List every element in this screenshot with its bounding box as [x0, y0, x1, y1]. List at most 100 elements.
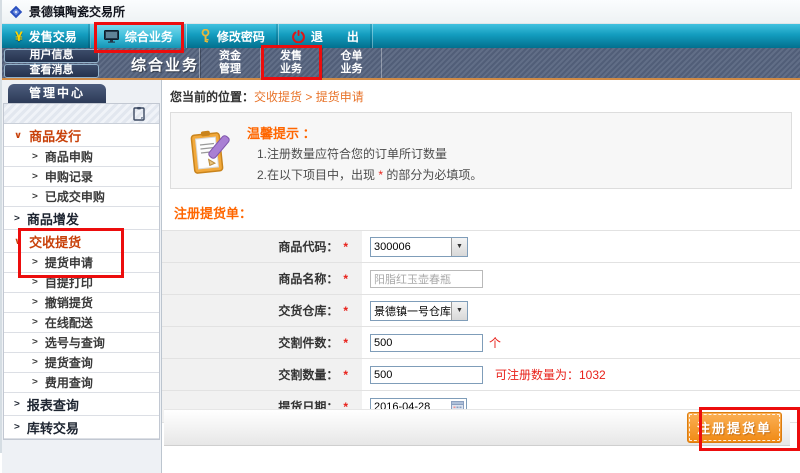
toolbar-button-label: 修改密码 [217, 28, 265, 45]
field-cell: 300006 ▼ [362, 231, 800, 262]
field-label: 商品名称： * [162, 263, 362, 294]
sidebar-item-delivery[interactable]: ∨ 交收提货 [4, 230, 159, 253]
chevron-right-icon: > [32, 278, 38, 288]
sidebar-item-label: 报表查询 [27, 395, 79, 414]
toolbar-button-sale-trade[interactable]: ¥ 发售交易 [2, 24, 91, 48]
power-icon [292, 30, 305, 43]
sidebar-item-product-issue[interactable]: ∨ 商品发行 [4, 124, 159, 147]
notice-line-2-text: 2.在以下项目中，出现 [257, 168, 378, 182]
chevron-right-icon: > [32, 358, 38, 368]
chevron-down-icon[interactable]: ▼ [451, 302, 467, 320]
notice-box: 温馨提示 ： 1.注册数量应符合您的订单所订数量 2.在以下项目中，出现 * 的… [170, 112, 792, 189]
chevron-right-icon: > [32, 258, 38, 268]
required-asterisk: * [343, 240, 348, 254]
sidebar-item-delivery-apply[interactable]: > 提货申请 [4, 253, 159, 273]
delivery-pieces-input[interactable] [370, 334, 483, 352]
user-mini-tabs: 用户信息 查看消息 [4, 49, 99, 79]
notice-line-2: 2.在以下项目中，出现 * 的部分为必填项。 [257, 166, 482, 183]
sidebar-item-deal-done-subscribe[interactable]: > 已成交申购 [4, 187, 159, 207]
sidebar-item-number-select-query[interactable]: > 选号与查询 [4, 333, 159, 353]
field-cell [362, 263, 800, 294]
chevron-down-icon: ∨ [14, 130, 22, 140]
field-label-text: 交割数量： [278, 366, 338, 383]
form-footer-bar: 注册提货单 [164, 409, 790, 446]
form-row-delivery-pieces: 交割件数： * 个 [162, 327, 800, 359]
sidebar-item-fee-query[interactable]: > 费用查询 [4, 373, 159, 393]
registrable-quantity-hint: 可注册数量为：1032 [495, 366, 606, 383]
sidebar-item-label: 撤销提货 [45, 294, 93, 311]
field-cell: 可注册数量为：1032 [362, 359, 800, 390]
required-asterisk: * [343, 368, 348, 382]
key-icon [200, 29, 211, 43]
view-messages-tab[interactable]: 查看消息 [4, 64, 99, 78]
toolbar-button-comprehensive-business[interactable]: 综合业务 [91, 24, 187, 48]
main-content: 您当前的位置：交收提货 > 提货申请 温馨提示 ： 1.注册数量应符合您的订单所… [162, 80, 800, 473]
chevron-right-icon: > [32, 378, 38, 388]
sidebar-item-label: 选号与查询 [45, 334, 105, 351]
field-label-text: 商品名称： [278, 270, 338, 287]
sidebar-item-label: 提货申请 [45, 254, 93, 271]
sidebar-item-cancel-delivery[interactable]: > 撤销提货 [4, 293, 159, 313]
sidebar-item-label: 已成交申购 [45, 188, 105, 205]
sidebar-item-warehouse-transfer-trade[interactable]: > 库转交易 [4, 416, 159, 439]
required-asterisk: * [343, 272, 348, 286]
breadcrumb-link-delivery[interactable]: 交收提货 [254, 90, 302, 104]
subnav-item-line2: 管理 [219, 63, 241, 76]
clipboard-icon [133, 107, 145, 121]
form-row-product-name: 商品名称： * [162, 263, 800, 295]
sidebar-item-report-query[interactable]: > 报表查询 [4, 393, 159, 416]
sidebar-item-online-distribution[interactable]: > 在线配送 [4, 313, 159, 333]
window-title: 景德镇陶瓷交易所 [29, 3, 125, 20]
breadcrumb: 您当前的位置：交收提货 > 提货申请 [162, 80, 800, 105]
register-delivery-order-button[interactable]: 注册提货单 [687, 412, 782, 443]
sidebar-item-label: 申购记录 [45, 168, 93, 185]
field-label: 商品代码： * [162, 231, 362, 262]
form-row-product-code: 商品代码： * 300006 ▼ [162, 231, 800, 263]
toolbar-button-logout[interactable]: 退 出 [279, 24, 373, 48]
sidebar-menu: ∨ 商品发行 > 商品申购 > 申购记录 > 已成交申购 > 商品增发 [3, 103, 160, 440]
field-cell: 个 [362, 327, 800, 358]
chevron-right-icon: > [32, 338, 38, 348]
chevron-right-icon: > [14, 399, 20, 409]
sidebar-item-label: 商品增发 [27, 209, 79, 228]
sidebar-item-subscribe-record[interactable]: > 申购记录 [4, 167, 159, 187]
sidebar-item-self-pickup-print[interactable]: > 自提打印 [4, 273, 159, 293]
sidebar-item-label: 提货查询 [45, 354, 93, 371]
pieces-unit-label: 个 [489, 334, 501, 351]
breadcrumb-link-delivery-apply[interactable]: 提货申请 [316, 90, 364, 104]
required-asterisk: * [343, 336, 348, 350]
toolbar-button-change-password[interactable]: 修改密码 [187, 24, 279, 48]
field-cell: 景德镇一号仓库 ▼ [362, 295, 800, 326]
subnav-item-sale-business[interactable]: 发售 业务 [260, 48, 321, 78]
chevron-right-icon: > [14, 422, 20, 432]
sidebar-item-label: 在线配送 [45, 314, 93, 331]
delivery-quantity-input[interactable] [370, 366, 483, 384]
required-asterisk: * [343, 304, 348, 318]
field-label: 交割件数： * [162, 327, 362, 358]
sidebar-item-product-subscribe[interactable]: > 商品申购 [4, 147, 159, 167]
management-center-tab[interactable]: 管理中心 [8, 84, 106, 103]
user-info-tab[interactable]: 用户信息 [4, 49, 99, 63]
yen-icon: ¥ [15, 28, 23, 44]
subnav-item-warehouse-receipt[interactable]: 仓单 业务 [321, 48, 382, 78]
chevron-right-icon: > [14, 213, 20, 223]
form-title: 注册提货单： [174, 203, 800, 222]
window-titlebar: 景德镇陶瓷交易所 [2, 0, 800, 24]
sidebar-item-label: 费用查询 [45, 374, 93, 391]
chevron-down-icon[interactable]: ▼ [451, 238, 467, 256]
subnav-item-funds-management[interactable]: 资金 管理 [199, 48, 260, 78]
sidebar-item-delivery-query[interactable]: > 提货查询 [4, 353, 159, 373]
toolbar-button-label: 退 出 [311, 28, 359, 45]
sidebar-item-label: 库转交易 [27, 418, 79, 437]
notice-title: 温馨提示 ： [247, 123, 316, 142]
toolbar-button-label: 综合业务 [125, 28, 173, 45]
product-code-select[interactable]: 300006 ▼ [370, 237, 468, 257]
subnav-item-line1: 发售 [280, 50, 302, 63]
warehouse-select[interactable]: 景德镇一号仓库 ▼ [370, 301, 468, 321]
sidebar-menu-header [4, 104, 159, 124]
sidebar-item-product-additional-issue[interactable]: > 商品增发 [4, 207, 159, 230]
chevron-right-icon: > [32, 192, 38, 202]
subnav-item-line1: 资金 [219, 50, 241, 63]
product-name-input [370, 270, 483, 288]
app-logo-icon [9, 5, 23, 19]
